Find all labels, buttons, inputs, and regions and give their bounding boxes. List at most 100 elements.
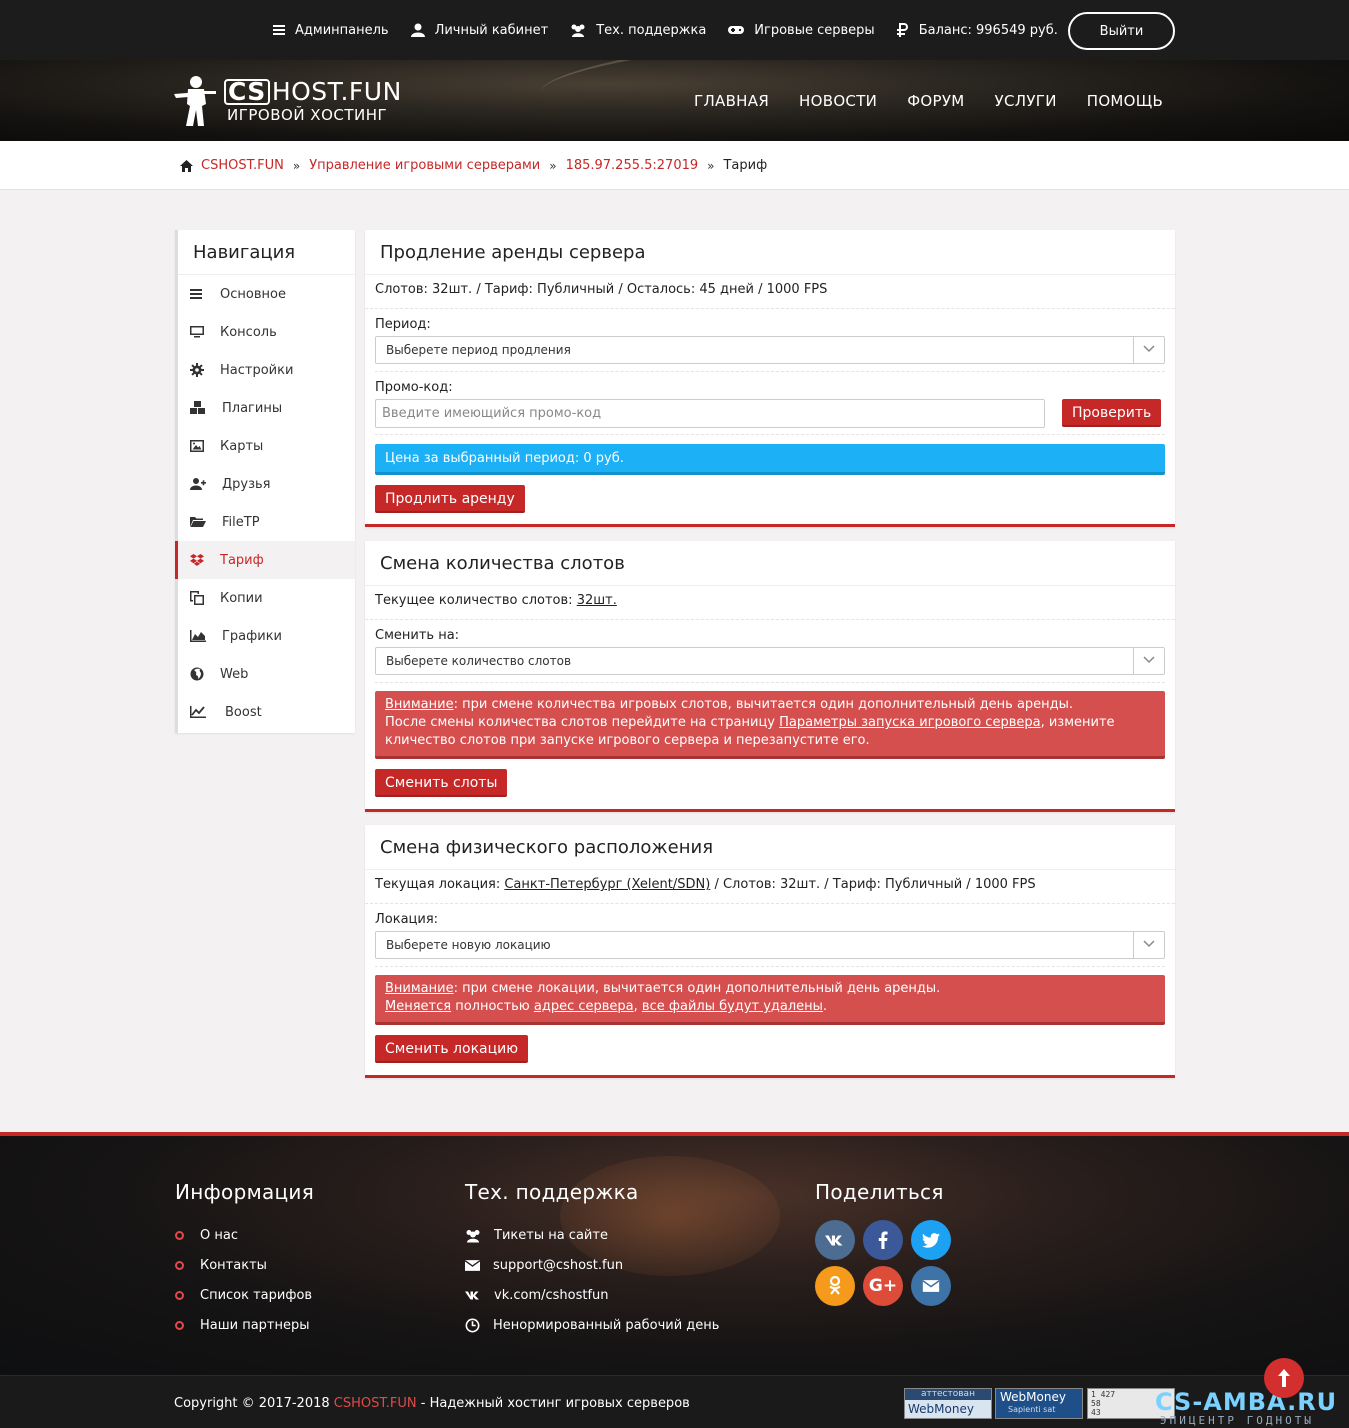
location-warning-changes[interactable]: Меняется bbox=[385, 999, 451, 1014]
location-warning-title[interactable]: Внимание bbox=[385, 981, 454, 996]
change-location-button[interactable]: Сменить локацию bbox=[375, 1035, 529, 1063]
promo-input[interactable]: Введите имеющийся промо-код bbox=[375, 399, 1045, 428]
top-nav-cabinet[interactable]: Личный кабинет bbox=[410, 23, 548, 38]
slots-warning-title[interactable]: Внимание bbox=[385, 697, 454, 712]
top-nav-support[interactable]: Тех. поддержка bbox=[570, 23, 706, 38]
slots-warning: Внимание: при смене количества игровых с… bbox=[375, 691, 1165, 759]
slots-select[interactable]: Выберете количество слотов bbox=[375, 647, 1165, 675]
share-odnoklassniki-button[interactable] bbox=[815, 1266, 855, 1306]
share-vk-button[interactable] bbox=[815, 1220, 855, 1260]
location-select[interactable]: Выберете новую локацию bbox=[375, 931, 1165, 959]
top-nav: Админпанель Личный кабинет Тех. поддержк… bbox=[271, 0, 1080, 60]
main-nav-news[interactable]: НОВОСТИ bbox=[799, 92, 877, 110]
sidebar-item-label: Карты bbox=[220, 438, 264, 454]
slots-select-value: Выберете количество слотов bbox=[386, 654, 572, 668]
share-email-button[interactable] bbox=[911, 1266, 951, 1306]
breadcrumb-current: Тариф bbox=[723, 158, 768, 173]
webmoney-sapienti-badge[interactable]: WebMoney Sapienti sat bbox=[995, 1388, 1083, 1419]
footer-link-about[interactable]: О нас bbox=[175, 1220, 314, 1250]
main-nav-services[interactable]: УСЛУГИ bbox=[995, 92, 1057, 110]
sidebar-item-tariff[interactable]: Тариф bbox=[175, 541, 355, 579]
sidebar-item-maps[interactable]: Карты bbox=[178, 427, 355, 465]
location-warning-end: . bbox=[822, 999, 828, 1014]
chevron-down-icon bbox=[1133, 337, 1164, 363]
footer-link-partners[interactable]: Наши партнеры bbox=[175, 1310, 314, 1340]
top-nav-admin[interactable]: Админпанель bbox=[271, 23, 389, 38]
share-facebook-button[interactable] bbox=[863, 1220, 903, 1260]
files-deleted-link[interactable]: все файлы будут удалены bbox=[642, 999, 823, 1014]
change-slots-button[interactable]: Сменить слоты bbox=[375, 769, 508, 797]
circle-icon bbox=[175, 1260, 184, 1270]
sidebar-item-main[interactable]: Основное bbox=[178, 275, 355, 313]
launch-params-link[interactable]: Параметры запуска игрового сервера bbox=[779, 715, 1040, 730]
footer-link-contacts[interactable]: Контакты bbox=[175, 1250, 314, 1280]
promo-label: Промо-код: bbox=[375, 380, 453, 395]
sidebar-item-plugins[interactable]: Плагины bbox=[178, 389, 355, 427]
sidebar-item-boost[interactable]: Boost bbox=[178, 693, 355, 731]
main-nav-home[interactable]: ГЛАВНАЯ bbox=[694, 92, 769, 110]
slots-warning-text1: : при смене количества игровых слотов, в… bbox=[453, 697, 1074, 712]
divider bbox=[375, 434, 1165, 435]
renew-button[interactable]: Продлить аренду bbox=[375, 485, 525, 513]
breadcrumb-separator-icon: » bbox=[707, 158, 715, 173]
share-twitter-button[interactable] bbox=[911, 1220, 951, 1260]
footer-link-tariffs[interactable]: Список тарифов bbox=[175, 1280, 314, 1310]
footer-link-label: О нас bbox=[200, 1227, 238, 1243]
sidebar-item-web[interactable]: Web bbox=[178, 655, 355, 693]
footer-info-title: Информация bbox=[175, 1180, 315, 1204]
top-nav-balance[interactable]: Баланс: 996549 руб. bbox=[896, 22, 1058, 38]
footer-email[interactable]: support@cshost.fun bbox=[465, 1250, 719, 1280]
user-plus-icon bbox=[190, 478, 206, 490]
webmoney-attest-bottom: WebMoney bbox=[905, 1400, 991, 1418]
footer-link-label: Контакты bbox=[200, 1257, 267, 1273]
sidebar-item-filetp[interactable]: FileTP bbox=[178, 503, 355, 541]
main-nav-forum[interactable]: ФОРУМ bbox=[907, 92, 964, 110]
top-nav-servers[interactable]: Игровые серверы bbox=[728, 22, 875, 38]
renew-actions: Продлить аренду bbox=[365, 475, 1175, 513]
main-nav: ГЛАВНАЯ НОВОСТИ ФОРУМ УСЛУГИ ПОМОЩЬ bbox=[694, 60, 1193, 141]
location-current-value[interactable]: Санкт-Петербург (Xelent/SDN) bbox=[504, 877, 710, 892]
users-icon bbox=[571, 24, 585, 37]
share-buttons: G+ bbox=[815, 1220, 965, 1312]
facebook-icon bbox=[878, 1231, 888, 1249]
footer-vk[interactable]: vk.com/cshostfun bbox=[465, 1280, 719, 1310]
ruble-icon bbox=[896, 23, 908, 37]
sidebar-item-console[interactable]: Консоль bbox=[178, 313, 355, 351]
odnoklassniki-icon bbox=[829, 1276, 841, 1295]
webmoney-attest-badge[interactable]: аттестован WebMoney bbox=[904, 1388, 992, 1419]
logout-button[interactable]: Выйти bbox=[1068, 12, 1175, 50]
breadcrumb-servers[interactable]: Управление игровыми серверами bbox=[309, 158, 540, 173]
top-nav-servers-label: Игровые серверы bbox=[754, 22, 875, 38]
webmoney-sapienti-title: WebMoney bbox=[1000, 1390, 1066, 1404]
slots-current: Текущее количество слотов: 32шт. bbox=[365, 586, 1175, 620]
period-select[interactable]: Выберете период продления bbox=[375, 336, 1165, 364]
sidebar-item-graphs[interactable]: Графики bbox=[178, 617, 355, 655]
sidebar-item-settings[interactable]: Настройки bbox=[178, 351, 355, 389]
location-actions: Сменить локацию bbox=[365, 1025, 1175, 1063]
slots-actions: Сменить слоты bbox=[365, 759, 1175, 797]
sidebar-item-label: Друзья bbox=[222, 476, 271, 492]
breadcrumb-separator-icon: » bbox=[292, 158, 301, 173]
circle-icon bbox=[175, 1290, 184, 1300]
slots-current-value[interactable]: 32шт. bbox=[577, 593, 617, 608]
copyright-brand-link[interactable]: CSHOST.FUN bbox=[334, 1396, 417, 1411]
location-select-value: Выберете новую локацию bbox=[386, 938, 551, 952]
sidebar-item-label: Консоль bbox=[220, 324, 277, 340]
share-google-plus-button[interactable]: G+ bbox=[863, 1266, 903, 1306]
main-nav-help[interactable]: ПОМОЩЬ bbox=[1087, 92, 1163, 110]
top-nav-balance-label: Баланс: 996549 руб. bbox=[918, 22, 1058, 38]
sidebar-item-copies[interactable]: Копии bbox=[178, 579, 355, 617]
sidebar-item-friends[interactable]: Друзья bbox=[178, 465, 355, 503]
soldier-logo-icon bbox=[174, 76, 216, 126]
webmoney-sapienti-sub: Sapienti sat bbox=[1008, 1405, 1056, 1414]
site-logo[interactable]: CS HOST.FUN ИГРОВОЙ ХОСТИНГ bbox=[174, 74, 414, 130]
chevron-down-icon bbox=[1133, 648, 1164, 674]
server-address-link[interactable]: адрес сервера bbox=[534, 999, 634, 1014]
breadcrumb-server[interactable]: 185.97.255.5:27019 bbox=[566, 158, 699, 173]
footer-tickets[interactable]: Тикеты на сайте bbox=[465, 1220, 719, 1250]
scroll-to-top-button[interactable] bbox=[1264, 1358, 1304, 1398]
gamepad-icon bbox=[728, 26, 745, 34]
footer-support-label: support@cshost.fun bbox=[493, 1257, 624, 1273]
check-promo-button[interactable]: Проверить bbox=[1062, 399, 1162, 427]
breadcrumb-home[interactable]: CSHOST.FUN bbox=[201, 158, 284, 173]
